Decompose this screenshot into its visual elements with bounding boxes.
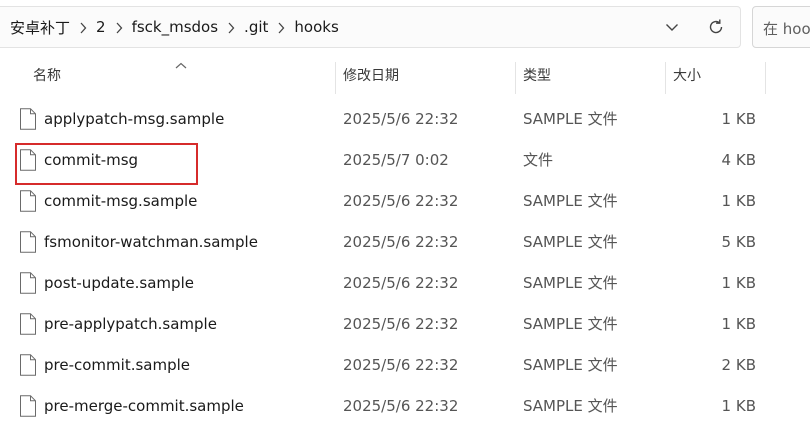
file-icon [19,354,37,376]
file-icon [19,149,37,171]
file-size: 1 KB [721,397,756,415]
file-size: 1 KB [721,315,756,333]
file-size: 5 KB [721,233,756,251]
column-headers: 名称 修改日期 类型 大小 [0,56,810,96]
file-icon [19,395,37,417]
file-row[interactable]: fsmonitor-watchman.sample 2025/5/6 22:32… [0,222,810,263]
chevron-right-icon[interactable] [70,18,96,36]
file-size: 4 KB [721,151,756,169]
file-type: SAMPLE 文件 [523,356,618,374]
chevron-right-icon[interactable] [106,18,132,36]
breadcrumb-item[interactable]: hooks [294,18,338,36]
file-type: SAMPLE 文件 [523,192,618,210]
column-divider[interactable] [515,62,516,94]
file-row[interactable]: pre-applypatch.sample 2025/5/6 22:32 SAM… [0,304,810,345]
column-divider[interactable] [765,62,766,94]
chevron-right-icon[interactable] [218,18,244,36]
file-modified: 2025/5/6 22:32 [343,192,459,210]
refresh-icon[interactable] [703,15,729,39]
file-type: SAMPLE 文件 [523,233,618,251]
file-type: SAMPLE 文件 [523,110,618,128]
file-name: post-update.sample [44,274,194,292]
file-modified: 2025/5/6 22:32 [343,356,459,374]
file-size: 1 KB [721,110,756,128]
column-divider[interactable] [665,62,666,94]
file-size: 1 KB [721,192,756,210]
address-toolbar: 安卓补丁 2 fsck_msdos .git hooks 在 hooks [0,0,810,56]
file-size: 1 KB [721,274,756,292]
file-row[interactable]: commit-msg.sample 2025/5/6 22:32 SAMPLE … [0,181,810,222]
file-icon [19,313,37,335]
file-name: fsmonitor-watchman.sample [44,233,258,251]
file-row[interactable]: pre-commit.sample 2025/5/6 22:32 SAMPLE … [0,345,810,386]
file-name: applypatch-msg.sample [44,110,225,128]
breadcrumb: 安卓补丁 2 fsck_msdos .git hooks [10,7,339,47]
file-modified: 2025/5/7 0:02 [343,151,449,169]
breadcrumb-item[interactable]: 安卓补丁 [10,17,70,38]
file-modified: 2025/5/6 22:32 [343,397,459,415]
column-header-size[interactable]: 大小 [673,56,763,96]
file-row[interactable]: applypatch-msg.sample 2025/5/6 22:32 SAM… [0,99,810,140]
file-icon [19,190,37,212]
breadcrumb-item[interactable]: 2 [96,18,106,36]
address-bar[interactable]: 安卓补丁 2 fsck_msdos .git hooks [0,6,741,48]
column-header-name[interactable]: 名称 [33,56,333,96]
column-header-modified[interactable]: 修改日期 [343,56,513,96]
file-modified: 2025/5/6 22:32 [343,274,459,292]
file-modified: 2025/5/6 22:32 [343,233,459,251]
breadcrumb-item[interactable]: fsck_msdos [132,18,218,36]
file-modified: 2025/5/6 22:32 [343,315,459,333]
file-name: pre-applypatch.sample [44,315,217,333]
file-type: 文件 [523,151,554,169]
breadcrumb-item[interactable]: .git [244,18,268,36]
file-modified: 2025/5/6 22:32 [343,110,459,128]
file-name: pre-commit.sample [44,356,191,374]
search-placeholder: 在 hooks [763,20,810,38]
file-name: commit-msg [44,151,139,169]
search-box[interactable]: 在 hooks [752,6,810,48]
file-row[interactable]: pre-merge-commit.sample 2025/5/6 22:32 S… [0,386,810,427]
chevron-right-icon[interactable] [268,18,294,36]
file-size: 2 KB [721,356,756,374]
file-row[interactable]: commit-msg 2025/5/7 0:02 文件 4 KB [0,140,810,181]
file-type: SAMPLE 文件 [523,397,618,415]
column-header-type[interactable]: 类型 [523,56,663,96]
file-name: pre-merge-commit.sample [44,397,244,415]
column-divider[interactable] [335,62,336,94]
file-name: commit-msg.sample [44,192,198,210]
file-icon [19,231,37,253]
file-type: SAMPLE 文件 [523,315,618,333]
file-icon [19,108,37,130]
file-type: SAMPLE 文件 [523,274,618,292]
file-icon [19,272,37,294]
chevron-down-icon[interactable] [660,15,684,39]
file-row[interactable]: post-update.sample 2025/5/6 22:32 SAMPLE… [0,263,810,304]
